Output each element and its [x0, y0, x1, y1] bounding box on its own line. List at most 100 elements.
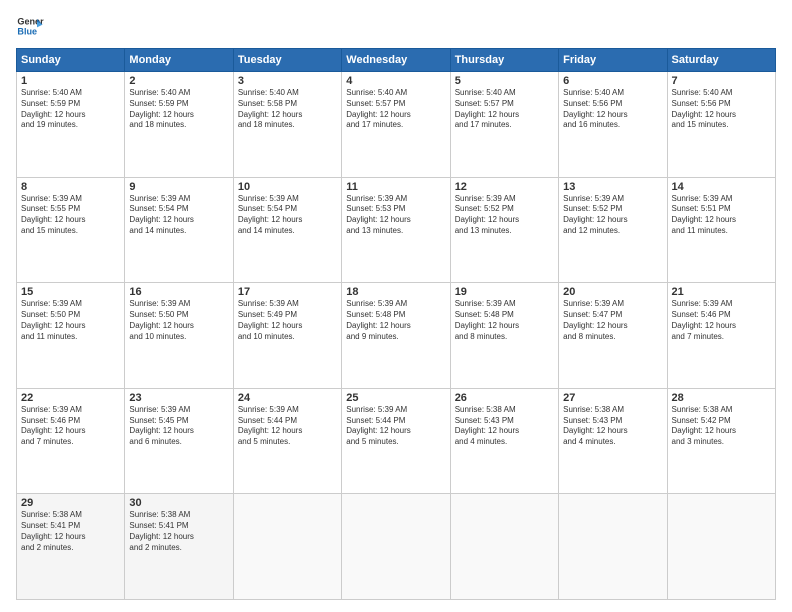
- day-info: Sunrise: 5:38 AM Sunset: 5:41 PM Dayligh…: [21, 510, 120, 553]
- day-number: 9: [129, 181, 228, 193]
- day-number: 20: [563, 286, 662, 298]
- day-number: 12: [455, 181, 554, 193]
- day-info: Sunrise: 5:39 AM Sunset: 5:52 PM Dayligh…: [563, 194, 662, 237]
- calendar-cell: 24Sunrise: 5:39 AM Sunset: 5:44 PM Dayli…: [233, 388, 341, 494]
- day-number: 17: [238, 286, 337, 298]
- day-number: 10: [238, 181, 337, 193]
- day-number: 4: [346, 75, 445, 87]
- day-header-friday: Friday: [559, 49, 667, 72]
- day-number: 28: [672, 392, 771, 404]
- calendar-cell: 27Sunrise: 5:38 AM Sunset: 5:43 PM Dayli…: [559, 388, 667, 494]
- calendar-cell: 5Sunrise: 5:40 AM Sunset: 5:57 PM Daylig…: [450, 72, 558, 178]
- day-info: Sunrise: 5:40 AM Sunset: 5:59 PM Dayligh…: [21, 88, 120, 131]
- day-header-saturday: Saturday: [667, 49, 775, 72]
- day-number: 1: [21, 75, 120, 87]
- calendar-week-row: 22Sunrise: 5:39 AM Sunset: 5:46 PM Dayli…: [17, 388, 776, 494]
- day-number: 19: [455, 286, 554, 298]
- calendar-cell: 3Sunrise: 5:40 AM Sunset: 5:58 PM Daylig…: [233, 72, 341, 178]
- calendar-cell: 23Sunrise: 5:39 AM Sunset: 5:45 PM Dayli…: [125, 388, 233, 494]
- calendar-cell: [559, 494, 667, 600]
- calendar-cell: 9Sunrise: 5:39 AM Sunset: 5:54 PM Daylig…: [125, 177, 233, 283]
- day-info: Sunrise: 5:39 AM Sunset: 5:44 PM Dayligh…: [238, 405, 337, 448]
- calendar-header-row: SundayMondayTuesdayWednesdayThursdayFrid…: [17, 49, 776, 72]
- day-header-monday: Monday: [125, 49, 233, 72]
- calendar-cell: 12Sunrise: 5:39 AM Sunset: 5:52 PM Dayli…: [450, 177, 558, 283]
- day-info: Sunrise: 5:39 AM Sunset: 5:49 PM Dayligh…: [238, 299, 337, 342]
- calendar-cell: 18Sunrise: 5:39 AM Sunset: 5:48 PM Dayli…: [342, 283, 450, 389]
- calendar-cell: 19Sunrise: 5:39 AM Sunset: 5:48 PM Dayli…: [450, 283, 558, 389]
- day-number: 27: [563, 392, 662, 404]
- calendar-week-row: 1Sunrise: 5:40 AM Sunset: 5:59 PM Daylig…: [17, 72, 776, 178]
- calendar-cell: 16Sunrise: 5:39 AM Sunset: 5:50 PM Dayli…: [125, 283, 233, 389]
- day-info: Sunrise: 5:39 AM Sunset: 5:51 PM Dayligh…: [672, 194, 771, 237]
- calendar-cell: 6Sunrise: 5:40 AM Sunset: 5:56 PM Daylig…: [559, 72, 667, 178]
- page: General Blue SundayMondayTuesdayWednesda…: [0, 0, 792, 612]
- calendar-cell: 30Sunrise: 5:38 AM Sunset: 5:41 PM Dayli…: [125, 494, 233, 600]
- day-info: Sunrise: 5:39 AM Sunset: 5:54 PM Dayligh…: [129, 194, 228, 237]
- calendar-cell: 4Sunrise: 5:40 AM Sunset: 5:57 PM Daylig…: [342, 72, 450, 178]
- day-info: Sunrise: 5:39 AM Sunset: 5:46 PM Dayligh…: [672, 299, 771, 342]
- calendar-week-row: 29Sunrise: 5:38 AM Sunset: 5:41 PM Dayli…: [17, 494, 776, 600]
- day-info: Sunrise: 5:39 AM Sunset: 5:45 PM Dayligh…: [129, 405, 228, 448]
- day-number: 21: [672, 286, 771, 298]
- day-number: 14: [672, 181, 771, 193]
- day-info: Sunrise: 5:39 AM Sunset: 5:46 PM Dayligh…: [21, 405, 120, 448]
- calendar-cell: 29Sunrise: 5:38 AM Sunset: 5:41 PM Dayli…: [17, 494, 125, 600]
- day-number: 5: [455, 75, 554, 87]
- day-info: Sunrise: 5:39 AM Sunset: 5:53 PM Dayligh…: [346, 194, 445, 237]
- day-info: Sunrise: 5:39 AM Sunset: 5:52 PM Dayligh…: [455, 194, 554, 237]
- day-info: Sunrise: 5:39 AM Sunset: 5:55 PM Dayligh…: [21, 194, 120, 237]
- svg-text:Blue: Blue: [17, 26, 37, 36]
- day-info: Sunrise: 5:38 AM Sunset: 5:41 PM Dayligh…: [129, 510, 228, 553]
- calendar-cell: 14Sunrise: 5:39 AM Sunset: 5:51 PM Dayli…: [667, 177, 775, 283]
- calendar-cell: 20Sunrise: 5:39 AM Sunset: 5:47 PM Dayli…: [559, 283, 667, 389]
- day-number: 13: [563, 181, 662, 193]
- day-number: 11: [346, 181, 445, 193]
- day-number: 18: [346, 286, 445, 298]
- day-info: Sunrise: 5:39 AM Sunset: 5:50 PM Dayligh…: [129, 299, 228, 342]
- day-info: Sunrise: 5:40 AM Sunset: 5:59 PM Dayligh…: [129, 88, 228, 131]
- day-number: 23: [129, 392, 228, 404]
- day-number: 6: [563, 75, 662, 87]
- calendar-table: SundayMondayTuesdayWednesdayThursdayFrid…: [16, 48, 776, 600]
- calendar-cell: 10Sunrise: 5:39 AM Sunset: 5:54 PM Dayli…: [233, 177, 341, 283]
- header: General Blue: [16, 12, 776, 40]
- calendar-week-row: 15Sunrise: 5:39 AM Sunset: 5:50 PM Dayli…: [17, 283, 776, 389]
- logo: General Blue: [16, 12, 44, 40]
- day-number: 16: [129, 286, 228, 298]
- day-header-sunday: Sunday: [17, 49, 125, 72]
- day-info: Sunrise: 5:39 AM Sunset: 5:48 PM Dayligh…: [346, 299, 445, 342]
- day-info: Sunrise: 5:39 AM Sunset: 5:44 PM Dayligh…: [346, 405, 445, 448]
- calendar-cell: [450, 494, 558, 600]
- day-info: Sunrise: 5:40 AM Sunset: 5:58 PM Dayligh…: [238, 88, 337, 131]
- calendar-cell: 8Sunrise: 5:39 AM Sunset: 5:55 PM Daylig…: [17, 177, 125, 283]
- day-number: 3: [238, 75, 337, 87]
- calendar-cell: 15Sunrise: 5:39 AM Sunset: 5:50 PM Dayli…: [17, 283, 125, 389]
- calendar-cell: 28Sunrise: 5:38 AM Sunset: 5:42 PM Dayli…: [667, 388, 775, 494]
- calendar-cell: 17Sunrise: 5:39 AM Sunset: 5:49 PM Dayli…: [233, 283, 341, 389]
- calendar-cell: 22Sunrise: 5:39 AM Sunset: 5:46 PM Dayli…: [17, 388, 125, 494]
- day-info: Sunrise: 5:38 AM Sunset: 5:43 PM Dayligh…: [455, 405, 554, 448]
- calendar-cell: 11Sunrise: 5:39 AM Sunset: 5:53 PM Dayli…: [342, 177, 450, 283]
- calendar-cell: 21Sunrise: 5:39 AM Sunset: 5:46 PM Dayli…: [667, 283, 775, 389]
- day-header-thursday: Thursday: [450, 49, 558, 72]
- calendar-cell: 2Sunrise: 5:40 AM Sunset: 5:59 PM Daylig…: [125, 72, 233, 178]
- calendar-cell: [233, 494, 341, 600]
- day-info: Sunrise: 5:39 AM Sunset: 5:48 PM Dayligh…: [455, 299, 554, 342]
- logo-icon: General Blue: [16, 12, 44, 40]
- day-info: Sunrise: 5:40 AM Sunset: 5:57 PM Dayligh…: [346, 88, 445, 131]
- day-number: 15: [21, 286, 120, 298]
- day-info: Sunrise: 5:40 AM Sunset: 5:56 PM Dayligh…: [563, 88, 662, 131]
- calendar-week-row: 8Sunrise: 5:39 AM Sunset: 5:55 PM Daylig…: [17, 177, 776, 283]
- day-info: Sunrise: 5:38 AM Sunset: 5:43 PM Dayligh…: [563, 405, 662, 448]
- day-number: 26: [455, 392, 554, 404]
- calendar-cell: 26Sunrise: 5:38 AM Sunset: 5:43 PM Dayli…: [450, 388, 558, 494]
- day-info: Sunrise: 5:39 AM Sunset: 5:50 PM Dayligh…: [21, 299, 120, 342]
- day-number: 29: [21, 497, 120, 509]
- day-number: 7: [672, 75, 771, 87]
- day-number: 8: [21, 181, 120, 193]
- calendar-cell: 1Sunrise: 5:40 AM Sunset: 5:59 PM Daylig…: [17, 72, 125, 178]
- calendar-cell: 7Sunrise: 5:40 AM Sunset: 5:56 PM Daylig…: [667, 72, 775, 178]
- day-number: 24: [238, 392, 337, 404]
- day-info: Sunrise: 5:40 AM Sunset: 5:56 PM Dayligh…: [672, 88, 771, 131]
